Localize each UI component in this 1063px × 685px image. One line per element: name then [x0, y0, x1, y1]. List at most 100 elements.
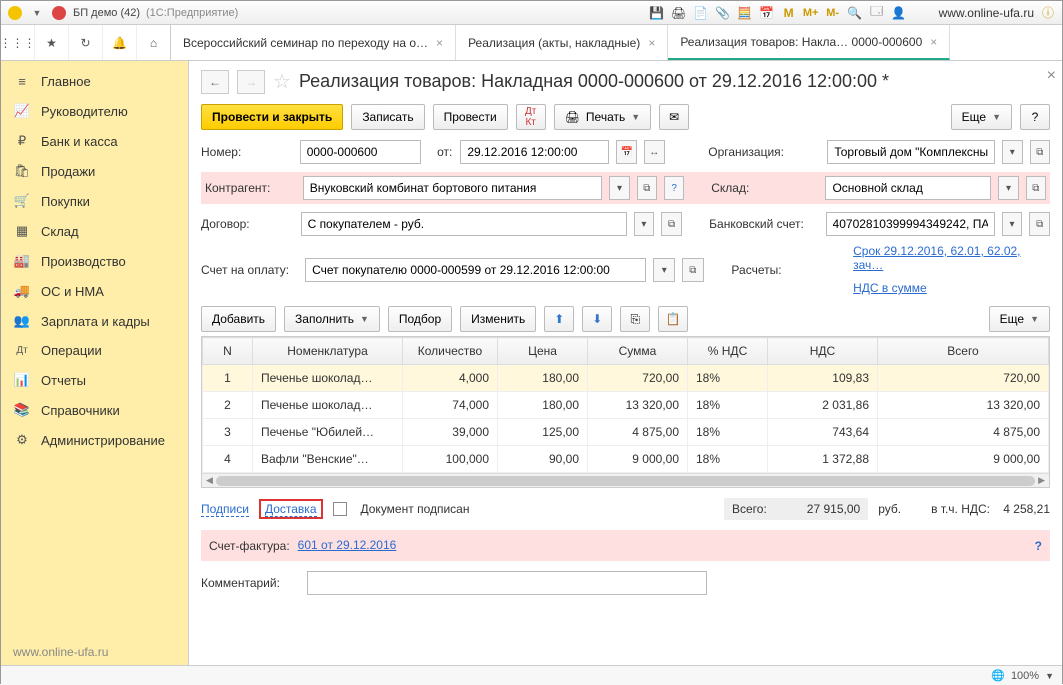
contragent-input[interactable]: [303, 176, 603, 200]
col-sum[interactable]: Сумма: [588, 338, 688, 365]
m-plus-icon[interactable]: M+: [803, 5, 819, 21]
fill-button[interactable]: Заполнить▼: [284, 306, 380, 332]
open-ref-btn[interactable]: ⧉: [1026, 176, 1046, 200]
sidebar-item-refs[interactable]: 📚Справочники: [1, 395, 188, 425]
clip-icon[interactable]: 📎: [715, 5, 731, 21]
tab-1[interactable]: Всероссийский семинар по переходу на о…×: [171, 25, 456, 60]
dtkt-button[interactable]: ДтКт: [516, 104, 546, 130]
col-vat-pct[interactable]: % НДС: [688, 338, 768, 365]
sidebar-item-admin[interactable]: ⚙Администрирование: [1, 425, 188, 455]
dropdown-btn[interactable]: ▾: [1002, 140, 1023, 164]
sidebar-item-reports[interactable]: 📊Отчеты: [1, 365, 188, 395]
close-icon[interactable]: ×: [436, 36, 443, 50]
print-icon[interactable]: 🖨: [671, 5, 687, 21]
sidebar-item-production[interactable]: 🏭Производство: [1, 246, 188, 276]
chevron-down-icon[interactable]: ▼: [1045, 671, 1054, 681]
help-button[interactable]: ?: [1020, 104, 1050, 130]
col-vat[interactable]: НДС: [768, 338, 878, 365]
calendar-icon[interactable]: 📅: [759, 5, 775, 21]
sidebar-item-manager[interactable]: 📈Руководителю: [1, 96, 188, 126]
sidebar-item-assets[interactable]: 🚚ОС и НМА: [1, 276, 188, 306]
post-button[interactable]: Провести: [433, 104, 508, 130]
col-price[interactable]: Цена: [498, 338, 588, 365]
table-row[interactable]: 2Печенье шоколад…74,000180,0013 320,0018…: [203, 392, 1049, 419]
signed-checkbox[interactable]: [333, 502, 347, 516]
dropdown-btn[interactable]: ▾: [634, 212, 655, 236]
zoom-value[interactable]: 100%: [1011, 670, 1039, 682]
dropdown-icon[interactable]: ▼: [29, 5, 45, 21]
bank-input[interactable]: [826, 212, 995, 236]
change-button[interactable]: Изменить: [460, 306, 536, 332]
open-btn[interactable]: ↔: [644, 140, 665, 164]
home-icon[interactable]: ⌂: [137, 25, 171, 60]
add-button[interactable]: Добавить: [201, 306, 276, 332]
copy-button[interactable]: ⎘: [620, 306, 650, 332]
signatures-link[interactable]: Подписи: [201, 502, 249, 517]
mail-button[interactable]: ✉: [659, 104, 689, 130]
sidebar-item-operations[interactable]: ДтОперации: [1, 336, 188, 365]
dropdown-btn[interactable]: ▾: [998, 176, 1018, 200]
info-icon[interactable]: ⓘ: [1040, 5, 1056, 21]
col-nom[interactable]: Номенклатура: [253, 338, 403, 365]
comment-input[interactable]: [307, 571, 707, 595]
tab-3[interactable]: Реализация товаров: Накла… 0000-000600×: [668, 25, 950, 60]
user-icon[interactable]: 👤: [891, 5, 907, 21]
open-ref-btn[interactable]: ⧉: [1030, 140, 1051, 164]
col-n[interactable]: N: [203, 338, 253, 365]
select-button[interactable]: Подбор: [388, 306, 452, 332]
contract-input[interactable]: [301, 212, 627, 236]
org-input[interactable]: [827, 140, 995, 164]
bell-icon[interactable]: 🔔: [103, 25, 137, 60]
number-input[interactable]: [300, 140, 421, 164]
nav-back-button[interactable]: ←: [201, 70, 229, 94]
open-ref-btn[interactable]: ⧉: [1029, 212, 1050, 236]
col-total[interactable]: Всего: [878, 338, 1049, 365]
col-qty[interactable]: Количество: [403, 338, 498, 365]
open-ref-btn[interactable]: ⧉: [637, 176, 657, 200]
move-up-button[interactable]: ⬆: [544, 306, 574, 332]
sidebar-item-sales[interactable]: 🛍Продажи: [1, 156, 188, 186]
facture-link[interactable]: 601 от 29.12.2016: [298, 538, 397, 553]
apps-icon[interactable]: ⋮⋮⋮: [1, 25, 35, 60]
close-page-icon[interactable]: ×: [1047, 67, 1056, 85]
post-close-button[interactable]: Провести и закрыть: [201, 104, 343, 130]
paste-button[interactable]: 📋: [658, 306, 688, 332]
horizontal-scrollbar[interactable]: ◀▶: [202, 473, 1049, 487]
window-icon[interactable]: 🗔: [869, 5, 885, 21]
help-icon[interactable]: ?: [1035, 539, 1042, 553]
close-icon[interactable]: ×: [930, 35, 937, 49]
table-row[interactable]: 1Печенье шоколад…4,000180,00720,0018%109…: [203, 365, 1049, 392]
doc-icon[interactable]: 📄: [693, 5, 709, 21]
sidebar-item-salary[interactable]: 👥Зарплата и кадры: [1, 306, 188, 336]
nav-forward-button[interactable]: →: [237, 70, 265, 94]
help-btn[interactable]: ?: [664, 176, 684, 200]
calc-link[interactable]: Срок 29.12.2016, 62.01, 62.02, зач…: [853, 244, 1050, 273]
m-icon[interactable]: M: [781, 5, 797, 21]
calendar-btn[interactable]: 📅: [616, 140, 637, 164]
more-button[interactable]: Еще▼: [951, 104, 1012, 130]
save-icon[interactable]: 💾: [649, 5, 665, 21]
sidebar-item-purchases[interactable]: 🛒Покупки: [1, 186, 188, 216]
date-input[interactable]: [460, 140, 609, 164]
tab-2[interactable]: Реализация (акты, накладные)×: [456, 25, 668, 60]
dropdown-btn[interactable]: ▾: [653, 258, 675, 282]
star-icon[interactable]: ★: [35, 25, 69, 60]
invoice-input[interactable]: [305, 258, 646, 282]
vat-link[interactable]: НДС в сумме: [853, 281, 1050, 296]
grid-more-button[interactable]: Еще▼: [989, 306, 1050, 332]
m-minus-icon[interactable]: M-: [825, 5, 841, 21]
favorite-icon[interactable]: ☆: [273, 69, 291, 94]
dropdown-btn[interactable]: ▾: [1002, 212, 1023, 236]
print-button[interactable]: 🖨Печать▼: [554, 104, 651, 130]
table-row[interactable]: 4Вафли "Венские"…100,00090,009 000,0018%…: [203, 446, 1049, 473]
sidebar-item-main[interactable]: ≡Главное: [1, 67, 188, 96]
open-ref-btn[interactable]: ⧉: [661, 212, 682, 236]
calc-icon[interactable]: 🧮: [737, 5, 753, 21]
close-icon[interactable]: ×: [648, 36, 655, 50]
dropdown-btn[interactable]: ▾: [609, 176, 629, 200]
sidebar-item-bank[interactable]: ₽Банк и касса: [1, 126, 188, 156]
zoom-icon[interactable]: 🔍: [847, 5, 863, 21]
move-down-button[interactable]: ⬇: [582, 306, 612, 332]
warehouse-input[interactable]: [825, 176, 991, 200]
sidebar-item-warehouse[interactable]: ▦Склад: [1, 216, 188, 246]
